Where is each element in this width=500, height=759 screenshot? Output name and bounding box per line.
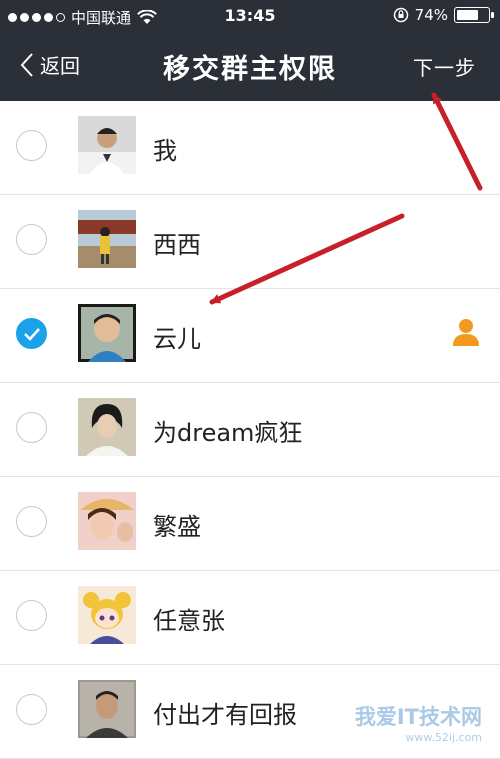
status-bar: 中国联通 13:45 74%	[0, 0, 500, 34]
list-item[interactable]: 云儿	[0, 289, 500, 383]
rotation-lock-icon	[393, 7, 408, 23]
navigation-bar: 返回 移交群主权限 下一步	[0, 34, 500, 101]
member-name: 付出才有回报	[153, 701, 297, 729]
member-name: 云儿	[153, 325, 201, 353]
radio-button[interactable]	[16, 224, 47, 255]
radio-button-checked[interactable]	[16, 318, 47, 349]
list-item[interactable]: 繁盛	[0, 477, 500, 571]
next-step-button[interactable]: 下一步	[413, 52, 476, 81]
member-name: 繁盛	[153, 513, 201, 541]
list-item[interactable]: 我	[0, 101, 500, 195]
top-bar: 中国联通 13:45 74% 返回 移交群主权限 下一步	[0, 0, 500, 101]
group-owner-icon	[453, 319, 479, 346]
watermark: 我爱IT技术网 www.52ij.com	[355, 701, 482, 744]
avatar	[78, 492, 136, 550]
avatar	[78, 586, 136, 644]
member-name: 我	[153, 137, 177, 165]
watermark-text: 我爱IT技术网	[354, 705, 482, 729]
member-list: 我 西西 云儿 为dream疯狂 繁盛 任意张 付出才有回报	[0, 101, 500, 759]
list-item[interactable]: 任意张	[0, 571, 500, 665]
watermark-url: www.52ij.com	[405, 731, 482, 744]
battery-icon	[454, 7, 494, 23]
member-name: 为dream疯狂	[153, 419, 303, 447]
avatar	[78, 210, 136, 268]
checkmark-icon	[24, 328, 40, 341]
list-item[interactable]: 西西	[0, 195, 500, 289]
radio-button[interactable]	[16, 412, 47, 443]
avatar	[78, 398, 136, 456]
battery-percent: 74%	[414, 6, 448, 24]
list-item[interactable]: 为dream疯狂	[0, 383, 500, 477]
radio-button[interactable]	[16, 694, 47, 725]
avatar	[78, 680, 136, 738]
avatar	[78, 304, 136, 362]
member-name: 任意张	[153, 607, 225, 635]
radio-button[interactable]	[16, 506, 47, 537]
radio-button[interactable]	[16, 130, 47, 161]
member-name: 西西	[153, 231, 201, 259]
avatar	[78, 116, 136, 174]
radio-button[interactable]	[16, 600, 47, 631]
